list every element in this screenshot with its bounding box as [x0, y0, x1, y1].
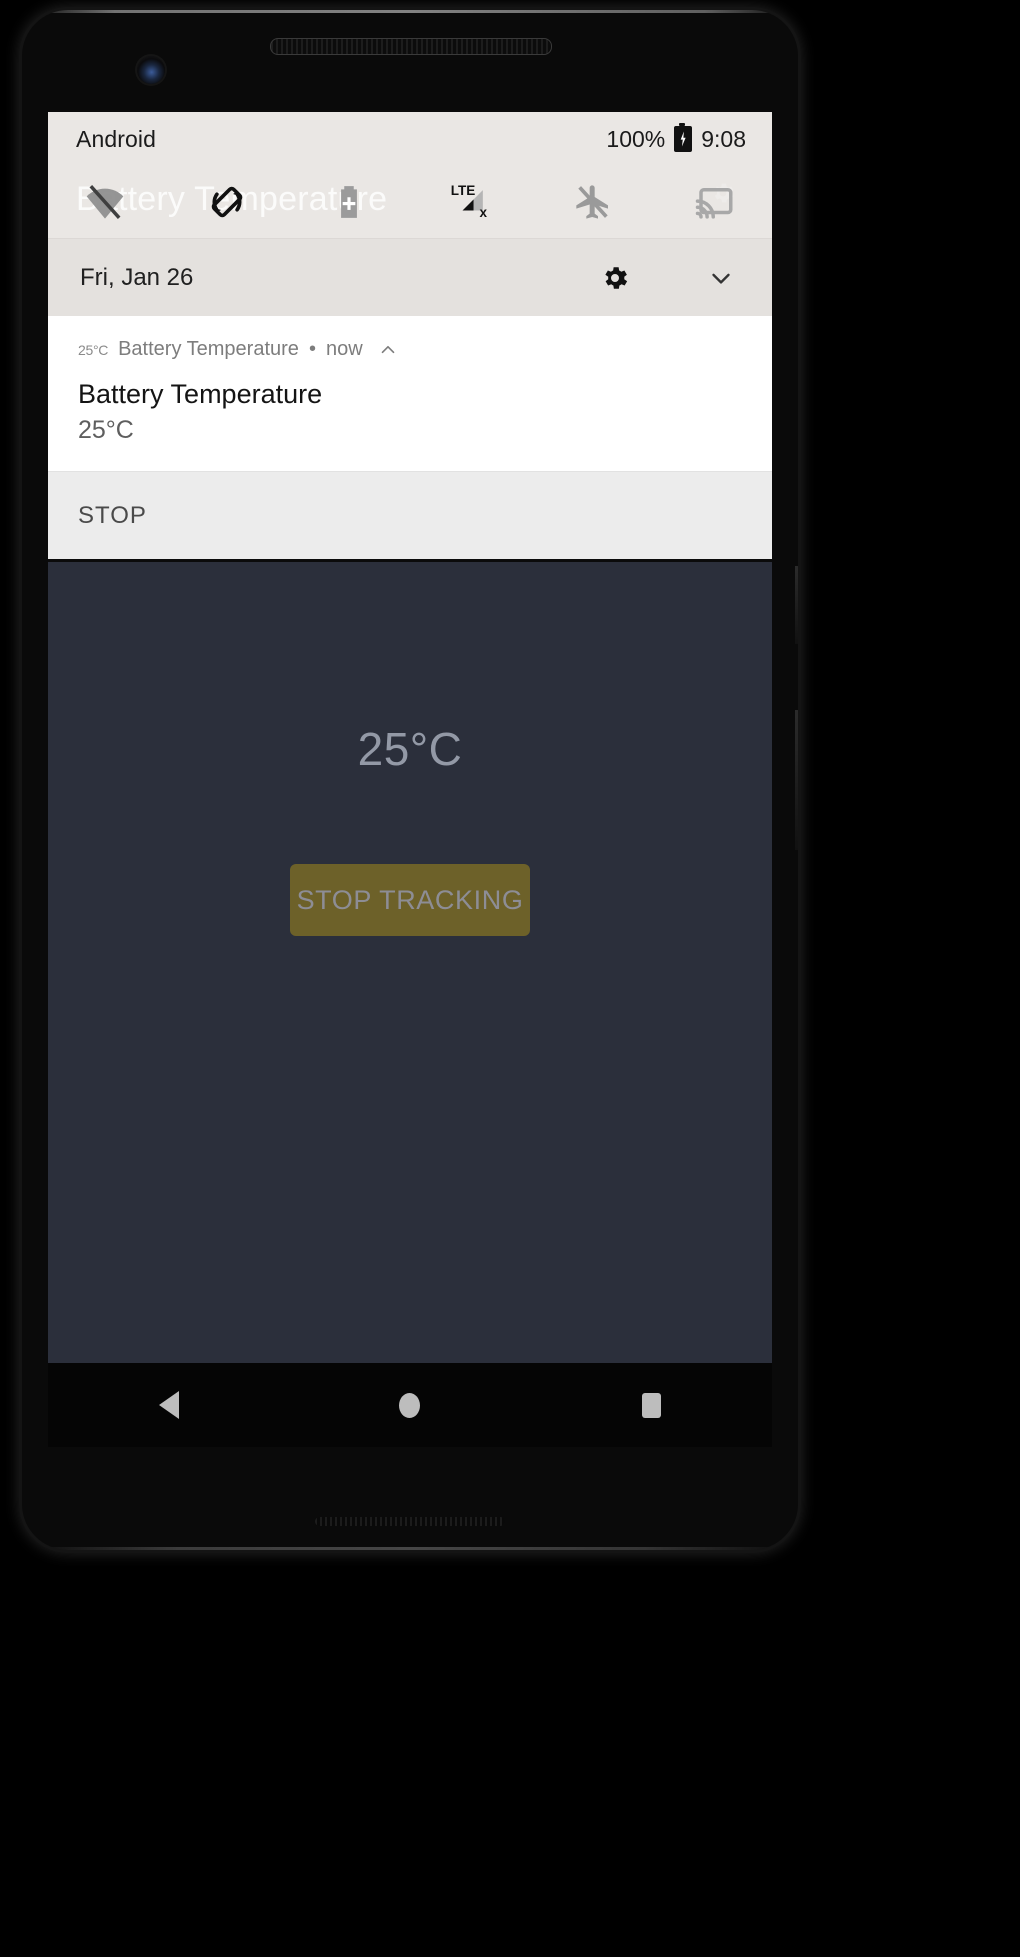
- shade-date-row: Fri, Jan 26: [48, 238, 772, 316]
- svg-text:LTE: LTE: [451, 183, 476, 198]
- notification-timestamp: now: [325, 338, 363, 360]
- battery-percent-label: 100%: [606, 125, 666, 152]
- battery-saver-icon[interactable]: [326, 179, 372, 225]
- lte-signal-off-icon[interactable]: LTE x: [448, 179, 494, 225]
- battery-charging-icon: [674, 123, 693, 152]
- power-button[interactable]: [795, 566, 798, 644]
- phone-screen: Android 100% 9:08 Battery Temperature LT…: [48, 112, 772, 1363]
- nav-back-button[interactable]: [114, 1375, 224, 1435]
- auto-rotate-icon[interactable]: [204, 179, 250, 225]
- shade-date-label: Fri, Jan 26: [80, 263, 194, 291]
- nav-home-button[interactable]: [355, 1375, 465, 1435]
- stop-tracking-button[interactable]: STOP TRACKING: [290, 864, 530, 936]
- phone-device: Android 100% 9:08 Battery Temperature LT…: [22, 10, 798, 1550]
- earpiece-speaker: [270, 38, 552, 55]
- clock-label: 9:08: [701, 125, 746, 152]
- notification-list: 25°C Battery Temperature • now Battery T…: [48, 316, 772, 559]
- chevron-down-icon[interactable]: [704, 261, 738, 295]
- status-bar-system-icons: 100% 9:08: [606, 123, 746, 153]
- back-icon: [158, 1391, 179, 1419]
- cast-icon[interactable]: [692, 179, 738, 225]
- nav-recents-button[interactable]: [596, 1375, 706, 1435]
- bottom-mic-slot: [315, 1517, 505, 1526]
- recents-icon: [641, 1392, 661, 1418]
- notification-action-stop[interactable]: STOP: [78, 502, 147, 530]
- gear-icon[interactable]: [598, 261, 632, 295]
- notification-body: 25°C: [78, 416, 134, 444]
- airplane-mode-off-icon[interactable]: [570, 179, 616, 225]
- notification-app-name: Battery Temperature: [118, 338, 299, 360]
- wifi-off-icon[interactable]: [82, 179, 128, 225]
- home-icon: [399, 1392, 421, 1418]
- notification-card[interactable]: 25°C Battery Temperature • now Battery T…: [48, 316, 772, 471]
- notification-small-icon: 25°C: [78, 341, 109, 358]
- status-bar-app-label: Android: [76, 125, 156, 152]
- app-content: 25°C STOP TRACKING: [48, 562, 772, 1282]
- notification-actions: STOP: [48, 471, 772, 559]
- notification-separator: •: [308, 338, 316, 360]
- notification-header: 25°C Battery Temperature • now: [78, 338, 742, 361]
- notification-shade: Android 100% 9:08 Battery Temperature LT…: [48, 112, 772, 562]
- front-camera-icon: [137, 56, 165, 84]
- navigation-bar: [48, 1363, 772, 1447]
- volume-button[interactable]: [795, 710, 798, 850]
- temperature-display: 25°C: [357, 723, 463, 775]
- quick-settings-row: Battery Temperature LTE x: [48, 166, 772, 238]
- svg-text:x: x: [479, 205, 487, 220]
- status-bar: Android 100% 9:08: [48, 112, 772, 166]
- notification-title: Battery Temperature: [78, 379, 323, 409]
- chevron-up-icon[interactable]: [377, 339, 399, 361]
